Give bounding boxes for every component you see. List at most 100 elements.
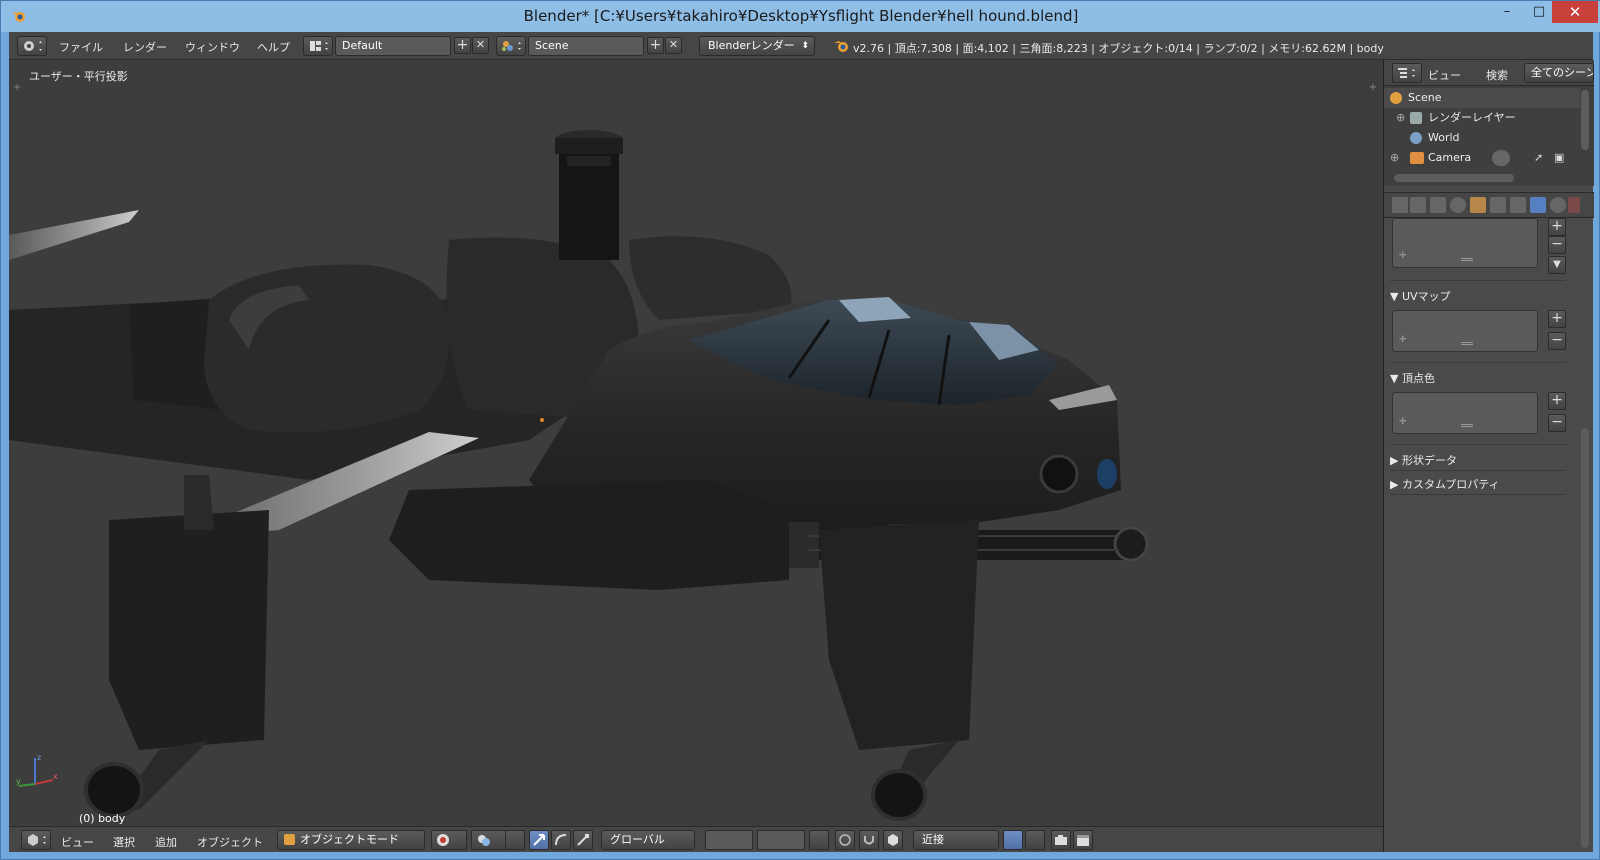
outliner-scrollbar-h[interactable] <box>1394 174 1514 182</box>
world-tab-icon[interactable] <box>1450 197 1466 213</box>
list-resize-dot: ✛ <box>1399 251 1407 261</box>
vertex-group-menu-button[interactable]: ▼ <box>1548 256 1566 274</box>
outliner-item-world[interactable]: World <box>1384 128 1580 148</box>
scene-field[interactable]: Scene <box>528 36 644 56</box>
outliner-header: ビュー 検索 全てのシーン <box>1384 60 1594 86</box>
menu-object[interactable]: オブジェクト <box>197 834 263 850</box>
outliner-menu-search[interactable]: 検索 <box>1486 67 1508 83</box>
list-resize-dot: ✛ <box>1399 335 1407 345</box>
editor-type-button[interactable] <box>1392 63 1422 83</box>
world-icon <box>1410 132 1422 144</box>
scene-icon <box>1390 92 1402 104</box>
outliner-item-label: Camera <box>1428 151 1472 164</box>
screen-layout-icon-button[interactable] <box>303 36 333 56</box>
render-tab-icon[interactable] <box>1392 197 1408 213</box>
vertex-groups-list[interactable]: ✛ <box>1392 218 1538 268</box>
remove-screen-button[interactable]: ✕ <box>472 37 489 54</box>
snap-toggle-button[interactable] <box>859 830 879 850</box>
collapse-arrow-icon: ▶ <box>1390 454 1399 467</box>
vertex-color-remove-button[interactable]: − <box>1548 414 1566 432</box>
cursor-select-icon[interactable]: ➚ <box>1534 148 1543 168</box>
menu-render[interactable]: レンダー <box>123 39 167 55</box>
menu-file[interactable]: ファイル <box>59 39 103 55</box>
editor-type-button[interactable] <box>21 830 51 850</box>
layer-buttons-group-1[interactable] <box>705 830 753 850</box>
scene-icon-button[interactable] <box>496 36 526 56</box>
scene-tab-icon[interactable] <box>1430 197 1446 213</box>
camera-data-icon[interactable] <box>1492 150 1510 166</box>
outliner-tree[interactable]: Scene ⊕ レンダーレイヤー World ⊕ Camera ➚ ▣ <box>1384 86 1594 186</box>
texture-tab-icon[interactable] <box>1568 197 1580 213</box>
add-scene-button[interactable]: + <box>647 37 664 54</box>
outliner-menu-view[interactable]: ビュー <box>1428 67 1461 83</box>
vertex-color-add-button[interactable]: + <box>1548 392 1566 410</box>
vertex-group-remove-button[interactable]: − <box>1548 236 1566 254</box>
outliner-item-camera[interactable]: ⊕ Camera ➚ ▣ <box>1384 148 1580 168</box>
blender-window: Blender* [C:¥Users¥takahiro¥Desktop¥Ysfl… <box>0 0 1600 860</box>
screen-layout-field[interactable]: Default <box>335 36 451 56</box>
snap-target-dropdown[interactable]: 近接 <box>913 830 999 850</box>
opengl-render-image-button[interactable] <box>1051 830 1071 850</box>
vertex-colors-list[interactable]: ✛ <box>1392 392 1538 434</box>
active-object-label: (0) body <box>79 812 126 825</box>
expand-icon[interactable]: ⊕ <box>1390 148 1399 168</box>
material-tab-icon[interactable] <box>1550 197 1566 213</box>
uv-map-remove-button[interactable]: − <box>1548 332 1566 350</box>
layer-buttons-group-2[interactable] <box>757 830 805 850</box>
window-title: Blender* [C:¥Users¥takahiro¥Desktop¥Ysfl… <box>523 7 1079 25</box>
menu-select[interactable]: 選択 <box>113 834 135 850</box>
snap-element-button[interactable] <box>883 830 903 850</box>
expand-icon[interactable]: ⊕ <box>1396 108 1405 128</box>
snap-settings-button[interactable] <box>1025 830 1045 850</box>
menu-help[interactable]: ヘルプ <box>257 39 290 55</box>
vertex-colors-panel-header[interactable]: ▼ 頂点色 <box>1390 370 1435 386</box>
menu-add[interactable]: 追加 <box>155 834 177 850</box>
svg-text:x: x <box>53 772 58 781</box>
proportional-editing-button[interactable] <box>835 830 855 850</box>
opengl-render-animation-button[interactable] <box>1073 830 1093 850</box>
menu-window[interactable]: ウィンドウ <box>185 39 240 55</box>
mesh-data-tab-icon[interactable] <box>1530 197 1546 213</box>
uv-map-add-button[interactable]: + <box>1548 310 1566 328</box>
object-tab-icon[interactable] <box>1470 197 1486 213</box>
minimize-button[interactable]: – <box>1489 1 1525 23</box>
outliner-display-mode-dropdown[interactable]: 全てのシーン <box>1524 63 1594 83</box>
editor-type-button[interactable] <box>17 36 47 56</box>
properties-panel: ✛ + − ▼ ▼ UVマップ ✛ + − ▼ 頂点色 ✛ + − ▶ 形状デー… <box>1384 218 1580 852</box>
add-screen-button[interactable]: + <box>454 37 471 54</box>
render-engine-dropdown[interactable]: Blenderレンダー ⬍ <box>699 36 815 56</box>
interaction-mode-dropdown[interactable]: オブジェクトモード <box>277 830 425 850</box>
scale-manipulator-button[interactable] <box>573 830 593 850</box>
custom-properties-panel-header[interactable]: ▶ カスタムプロパティ <box>1390 476 1500 492</box>
updown-arrows-icon: ⬍ <box>801 41 809 51</box>
info-header: ファイル レンダー ウィンドウ ヘルプ Default + ✕ Scene + … <box>9 32 1593 60</box>
uv-maps-list[interactable]: ✛ <box>1392 310 1538 352</box>
outliner-item-render-layers[interactable]: ⊕ レンダーレイヤー <box>1384 108 1580 128</box>
properties-scrollbar[interactable] <box>1581 428 1589 848</box>
rotate-manipulator-button[interactable] <box>551 830 571 850</box>
panel-label: UVマップ <box>1401 290 1451 303</box>
shape-keys-panel-header[interactable]: ▶ 形状データ <box>1390 452 1457 468</box>
lock-layers-button[interactable] <box>809 830 829 850</box>
menu-view[interactable]: ビュー <box>61 834 94 850</box>
outliner-item-scene[interactable]: Scene <box>1384 88 1580 108</box>
close-button[interactable]: ✕ <box>1552 1 1598 23</box>
viewport-shading-button[interactable] <box>431 830 467 850</box>
render-camera-icon[interactable]: ▣ <box>1554 148 1564 168</box>
list-grip-icon[interactable] <box>1461 258 1473 261</box>
modifiers-wrench-tab-icon[interactable] <box>1510 197 1526 213</box>
uv-maps-panel-header[interactable]: ▼ UVマップ <box>1390 288 1451 304</box>
align-rotation-button[interactable] <box>1003 830 1023 850</box>
transform-orientation-dropdown[interactable]: グローバル <box>601 830 695 850</box>
manipulator-toggle-button[interactable] <box>505 830 525 850</box>
constraints-tab-icon[interactable] <box>1490 197 1506 213</box>
list-grip-icon[interactable] <box>1461 342 1473 345</box>
remove-scene-button[interactable]: ✕ <box>665 37 682 54</box>
pivot-point-button[interactable] <box>471 830 507 850</box>
render-layers-tab-icon[interactable] <box>1410 197 1426 213</box>
translate-manipulator-button[interactable] <box>529 830 549 850</box>
list-grip-icon[interactable] <box>1461 424 1473 427</box>
vertex-group-add-button[interactable]: + <box>1548 218 1566 236</box>
outliner-scrollbar-v[interactable] <box>1581 90 1589 150</box>
3d-viewport[interactable]: ユーザー・平行投影 + + z y x (0) body <box>9 60 1383 826</box>
